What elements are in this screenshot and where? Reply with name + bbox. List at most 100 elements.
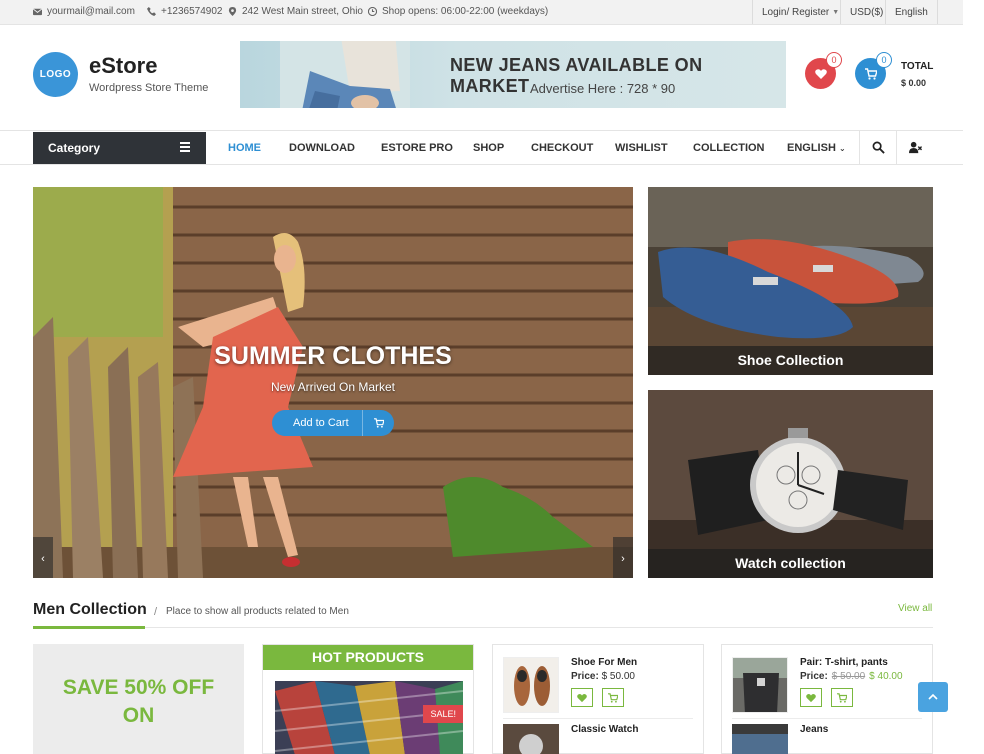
slider-prev-button[interactable]: ‹ xyxy=(33,537,53,578)
sale-price: $ 40.00 xyxy=(869,671,903,682)
top-bar: yourmail@mail.com +1236574902 242 West M… xyxy=(0,0,963,25)
cart-icon xyxy=(362,410,394,436)
view-all-link[interactable]: View all xyxy=(898,603,932,614)
main-navigation: Category HOME DOWNLOAD ESTORE PRO SHOP C… xyxy=(0,130,963,165)
watch-collection-caption: Watch collection xyxy=(648,549,933,578)
discount-text: SAVE 50% OFF ON xyxy=(33,674,244,730)
clock-icon xyxy=(368,7,377,16)
shoe-collection-caption: Shoe Collection xyxy=(648,346,933,375)
product-thumbnail[interactable] xyxy=(732,724,788,754)
product-name[interactable]: Pair: T-shirt, pants xyxy=(800,657,888,668)
section-title-underline xyxy=(33,626,145,629)
product-divider xyxy=(732,718,922,719)
chevron-down-icon: ⌄ xyxy=(838,144,846,153)
product-price: Price: $ 50.00 $ 40.00 xyxy=(800,671,903,682)
shoe-collection-promo[interactable]: Shoe Collection xyxy=(648,187,933,375)
email-text: yourmail@mail.com xyxy=(47,6,135,17)
add-to-cart-label: Add to Cart xyxy=(293,417,349,429)
language-selector[interactable]: English xyxy=(885,0,938,24)
section-title: Men Collection xyxy=(33,601,147,618)
address-info: 242 West Main street, Ohio xyxy=(228,6,363,17)
envelope-icon xyxy=(33,8,42,16)
ad-banner[interactable]: NEW JEANS AVAILABLE ON MARKET Advertise … xyxy=(240,41,786,108)
product-price: Price: $ 50.00 xyxy=(571,671,635,682)
shopping-cart-icon xyxy=(864,67,877,80)
nav-language[interactable]: ENGLISH ⌄ xyxy=(787,142,846,154)
language-label: English xyxy=(895,6,928,18)
add-to-cart-button[interactable] xyxy=(831,688,853,707)
wishlist-count-badge: 0 xyxy=(826,52,842,68)
search-icon xyxy=(872,141,885,154)
banner-subline: Advertise Here : 728 * 90 xyxy=(530,81,676,96)
email-info: yourmail@mail.com xyxy=(33,6,135,17)
map-marker-icon xyxy=(228,7,237,16)
hero-subtitle: New Arrived On Market xyxy=(270,380,396,394)
add-to-wishlist-button[interactable] xyxy=(571,688,593,707)
site-logo[interactable]: LOGO xyxy=(33,52,78,97)
user-account-button[interactable] xyxy=(896,131,933,164)
section-description: Place to show all products related to Me… xyxy=(166,606,349,617)
discount-line-1: SAVE 50% OFF xyxy=(62,676,215,699)
product-list-2: Pair: T-shirt, pants Price: $ 50.00 $ 40.0… xyxy=(721,644,933,754)
category-menu-button[interactable]: Category xyxy=(33,132,206,164)
shopping-cart-icon xyxy=(608,692,618,703)
product-divider xyxy=(503,718,693,719)
product-name[interactable]: Jeans xyxy=(800,724,828,735)
login-register-label: Login/ Register xyxy=(762,6,830,18)
discount-promo[interactable]: SAVE 50% OFF ON xyxy=(33,644,244,754)
hero-add-to-cart-button[interactable]: Add to Cart xyxy=(272,410,394,436)
nav-language-label: ENGLISH xyxy=(787,142,836,154)
login-register-link[interactable]: Login/ Register ▼ xyxy=(752,0,848,24)
hot-products-widget: HOT PRODUCTS SALE! xyxy=(262,644,474,754)
hours-info: Shop opens: 06:00-22:00 (weekdays) xyxy=(368,6,548,17)
product-thumbnail[interactable] xyxy=(503,657,559,713)
nav-download[interactable]: DOWNLOAD xyxy=(289,142,355,154)
sale-badge: SALE! xyxy=(423,705,463,723)
cart-total-label: TOTAL xyxy=(901,61,934,72)
product-name[interactable]: Classic Watch xyxy=(571,724,638,735)
caret-down-icon: ▼ xyxy=(832,8,840,16)
price-label: Price: xyxy=(800,671,828,682)
cart-count-badge: 0 xyxy=(876,52,892,68)
product-thumbnail[interactable] xyxy=(732,657,788,713)
heart-icon xyxy=(577,693,587,702)
currency-label: USD($) xyxy=(850,6,884,18)
site-title[interactable]: eStore xyxy=(89,53,157,79)
site-tagline: Wordpress Store Theme xyxy=(89,82,209,94)
phone-info: +1236574902 xyxy=(147,6,222,17)
product-name[interactable]: Shoe For Men xyxy=(571,657,637,668)
add-to-wishlist-button[interactable] xyxy=(800,688,822,707)
hamburger-icon xyxy=(180,142,190,154)
hours-text: Shop opens: 06:00-22:00 (weekdays) xyxy=(382,6,549,17)
phone-icon xyxy=(147,7,156,16)
jeans-thumbnail-image xyxy=(732,724,788,754)
price-value: $ 50.00 xyxy=(601,671,635,682)
chevron-up-icon xyxy=(928,693,938,700)
nav-home[interactable]: HOME xyxy=(228,142,261,154)
search-button[interactable] xyxy=(859,131,896,164)
address-text: 242 West Main street, Ohio xyxy=(242,6,363,17)
watch-collection-promo[interactable]: Watch collection xyxy=(648,390,933,578)
section-divider xyxy=(33,627,933,628)
old-price: $ 50.00 xyxy=(831,671,866,682)
nav-collection[interactable]: COLLECTION xyxy=(693,142,765,154)
scroll-to-top-button[interactable] xyxy=(918,682,948,712)
nav-shop[interactable]: SHOP xyxy=(473,142,504,154)
add-to-cart-button[interactable] xyxy=(602,688,624,707)
user-times-icon xyxy=(908,141,922,154)
chevron-left-icon: ‹ xyxy=(41,553,45,565)
heart-icon xyxy=(806,693,816,702)
banner-model-image xyxy=(280,41,410,108)
hero-title: SUMMER CLOTHES xyxy=(214,342,452,370)
nav-checkout[interactable]: CHECKOUT xyxy=(531,142,593,154)
outfit-thumbnail-image xyxy=(733,658,787,712)
hot-products-title: HOT PRODUCTS xyxy=(263,645,473,670)
watch-thumbnail-image xyxy=(503,724,559,754)
nav-wishlist[interactable]: WISHLIST xyxy=(615,142,668,154)
shoes-thumbnail-image xyxy=(504,658,558,712)
slider-next-button[interactable]: › xyxy=(613,537,633,578)
nav-estore-pro[interactable]: ESTORE PRO xyxy=(381,142,453,154)
product-thumbnail[interactable] xyxy=(503,724,559,754)
price-label: Price: xyxy=(571,671,599,682)
hot-product-image[interactable]: SALE! xyxy=(275,681,463,754)
